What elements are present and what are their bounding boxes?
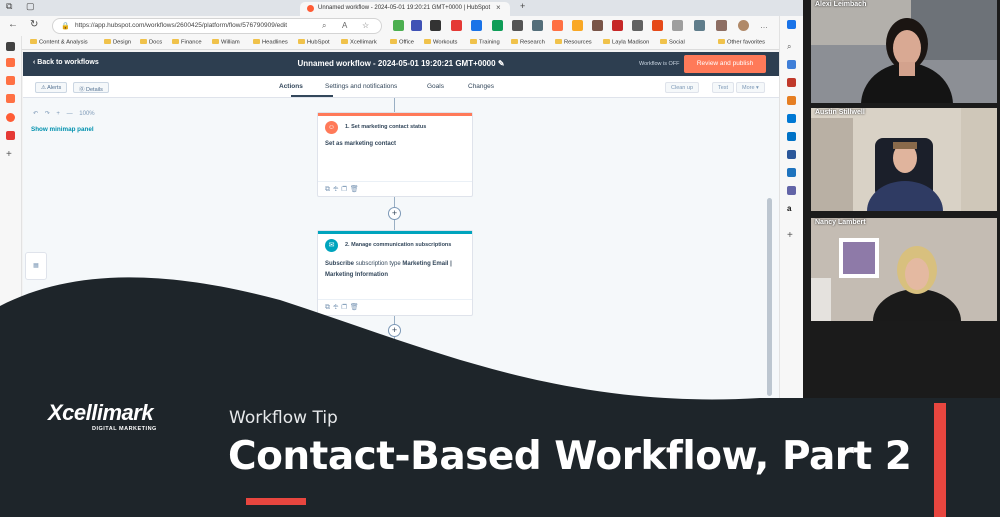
xcellimark-logo: Xcellimark DIGITAL MARKETING: [48, 400, 156, 432]
brand-tagline: DIGITAL MARKETING: [92, 426, 157, 432]
accent-underline: [246, 498, 306, 505]
tip-label: Workflow Tip: [229, 408, 338, 428]
headline: Contact-Based Workflow, Part 2: [228, 434, 912, 479]
brand-wordmark: Xcellimark: [48, 400, 154, 425]
accent-bar: [934, 403, 946, 517]
video-frame: ⧉ ▢ Unnamed workflow - 2024-05-01 19:20:…: [0, 0, 1000, 517]
